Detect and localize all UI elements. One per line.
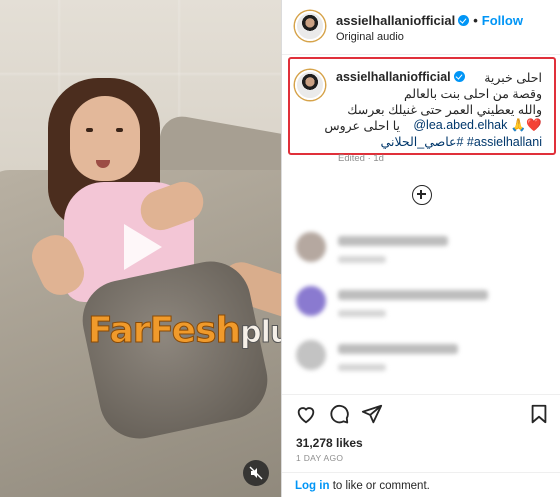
caption-emoji: 🙏❤️	[510, 118, 542, 132]
heart-icon[interactable]	[295, 403, 317, 425]
edited-timestamp: Edited · 1d	[338, 153, 384, 164]
avatar[interactable]	[295, 11, 325, 41]
comment-item	[296, 286, 551, 326]
caption-author: assielhallaniofficial	[336, 70, 465, 84]
comment-avatar[interactable]	[296, 340, 326, 370]
caption-line-2: وقصة من احلى بنت بالعالم	[403, 87, 542, 101]
comment-icon[interactable]	[328, 403, 350, 425]
post-timestamp: 1 DAY AGO	[296, 453, 344, 463]
bookmark-icon[interactable]	[528, 403, 550, 425]
video-player[interactable]: FarFeshplus.com	[0, 0, 281, 497]
caption-line-5: يا احلى عروس	[324, 119, 400, 133]
verified-badge-icon	[458, 15, 470, 26]
caption-line-1: احلى خبرية	[484, 71, 542, 85]
caption-line-4: @lea.abed.elhak 🙏❤️	[413, 118, 542, 133]
mention-link[interactable]: @lea.abed.elhak	[413, 118, 507, 132]
comment-text-blurred	[338, 236, 448, 246]
audio-link[interactable]: Original audio	[336, 31, 404, 43]
action-bar	[282, 394, 560, 428]
follow-button[interactable]: Follow	[482, 13, 523, 28]
mute-button[interactable]	[243, 460, 269, 486]
like-count[interactable]: 31,278 likes	[296, 436, 363, 450]
comment-meta-blurred	[338, 364, 386, 371]
hashtag-links[interactable]: assielhallani# #عاصي_الحلاني	[381, 134, 542, 149]
post-author: assielhallaniofficial • Follow	[336, 13, 523, 28]
comment-item	[296, 232, 551, 272]
mute-icon	[249, 466, 263, 480]
username-link[interactable]: assielhallaniofficial	[336, 13, 455, 28]
comment-item	[296, 340, 551, 380]
login-link[interactable]: Log in	[295, 480, 330, 492]
girl-face	[70, 96, 140, 181]
comment-meta-blurred	[338, 310, 386, 317]
post-header: assielhallaniofficial • Follow Original au…	[282, 0, 560, 55]
login-prompt: Log in to like or comment.	[282, 472, 560, 497]
login-prompt-text: to like or comment.	[329, 480, 430, 492]
play-icon[interactable]	[110, 218, 168, 276]
caption-line-3: والله يعطيني العمر حتى غنيلك بعرسك	[347, 103, 542, 117]
watermark-text-a: FarFesh	[87, 310, 241, 352]
girl-eye	[86, 128, 93, 132]
comment-avatar[interactable]	[296, 232, 326, 262]
instagram-post-view: FarFeshplus.com assielhallaniofficial • Fo…	[0, 0, 560, 497]
add-comment-icon[interactable]	[412, 185, 432, 205]
separator-dot: •	[473, 13, 478, 28]
comment-meta-blurred	[338, 256, 386, 263]
comment-avatar[interactable]	[296, 286, 326, 316]
watermark: FarFeshplus.com	[87, 310, 281, 352]
comment-text-blurred	[338, 290, 488, 300]
comment-text-blurred	[338, 344, 458, 354]
verified-badge-icon	[453, 71, 465, 82]
girl-eye	[116, 128, 123, 132]
caption-avatar[interactable]	[295, 70, 325, 100]
caption-username[interactable]: assielhallaniofficial	[336, 70, 451, 84]
watermark-text-b: plus.com	[240, 315, 281, 351]
share-icon[interactable]	[361, 403, 383, 425]
post-panel: assielhallaniofficial • Follow Original au…	[281, 0, 560, 497]
